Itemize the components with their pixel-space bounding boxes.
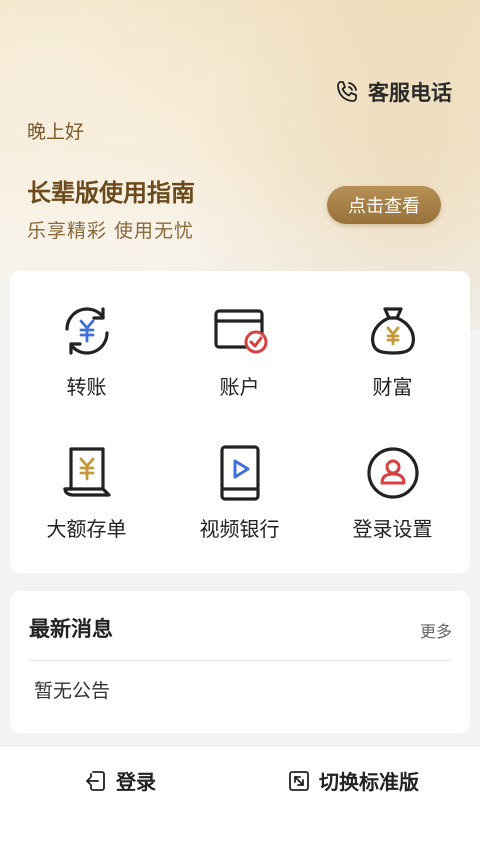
news-title: 最新消息 bbox=[29, 617, 113, 641]
login-button[interactable]: 登录 bbox=[84, 766, 156, 795]
grid-item-label: 转账 bbox=[66, 375, 107, 399]
switch-label: 切换标准版 bbox=[319, 770, 419, 794]
switch-version-icon bbox=[289, 770, 309, 791]
deposit-certificate-icon bbox=[62, 447, 111, 497]
grid-item-label: 登录设置 bbox=[352, 517, 433, 541]
grid-item-wealth[interactable]: 财富 bbox=[316, 301, 469, 400]
login-icon bbox=[86, 770, 105, 791]
grid-item-label: 视频银行 bbox=[199, 517, 280, 541]
money-bag-icon bbox=[370, 307, 415, 355]
function-grid: 转账 账户 财富 大额存单 视频银行 登录设置 bbox=[10, 271, 470, 573]
grid-item-large-deposit[interactable]: 大额存单 bbox=[10, 443, 163, 542]
login-settings-icon bbox=[366, 447, 419, 499]
greeting-text: 晚上好 bbox=[27, 121, 85, 143]
customer-service-button[interactable]: 客服电话 bbox=[334, 77, 452, 107]
news-more-link[interactable]: 更多 bbox=[420, 618, 452, 642]
grid-item-label: 大额存单 bbox=[46, 517, 127, 541]
account-card-icon bbox=[213, 309, 267, 354]
login-label: 登录 bbox=[116, 770, 156, 794]
grid-item-label: 账户 bbox=[219, 375, 260, 399]
video-bank-icon bbox=[219, 445, 260, 501]
grid-item-account[interactable]: 账户 bbox=[163, 301, 316, 400]
divider bbox=[29, 660, 451, 661]
grid-item-label: 财富 bbox=[372, 375, 413, 399]
grid-item-transfer[interactable]: 转账 bbox=[10, 301, 163, 400]
grid-item-video-bank[interactable]: 视频银行 bbox=[163, 443, 316, 542]
news-empty-text: 暂无公告 bbox=[34, 680, 111, 702]
transfer-icon bbox=[64, 307, 109, 355]
customer-service-label: 客服电话 bbox=[368, 81, 452, 105]
grid-item-login-settings[interactable]: 登录设置 bbox=[316, 443, 469, 542]
guide-title: 长辈版使用指南 bbox=[27, 179, 195, 207]
bottom-bar: 登录 切换标准版 bbox=[0, 745, 480, 853]
switch-standard-button[interactable]: 切换标准版 bbox=[287, 766, 419, 795]
news-panel: 最新消息 更多 暂无公告 bbox=[10, 591, 470, 733]
view-guide-button[interactable]: 点击查看 bbox=[327, 186, 441, 224]
guide-subtitle: 乐享精彩 使用无忧 bbox=[27, 220, 195, 242]
phone-icon bbox=[337, 81, 357, 102]
